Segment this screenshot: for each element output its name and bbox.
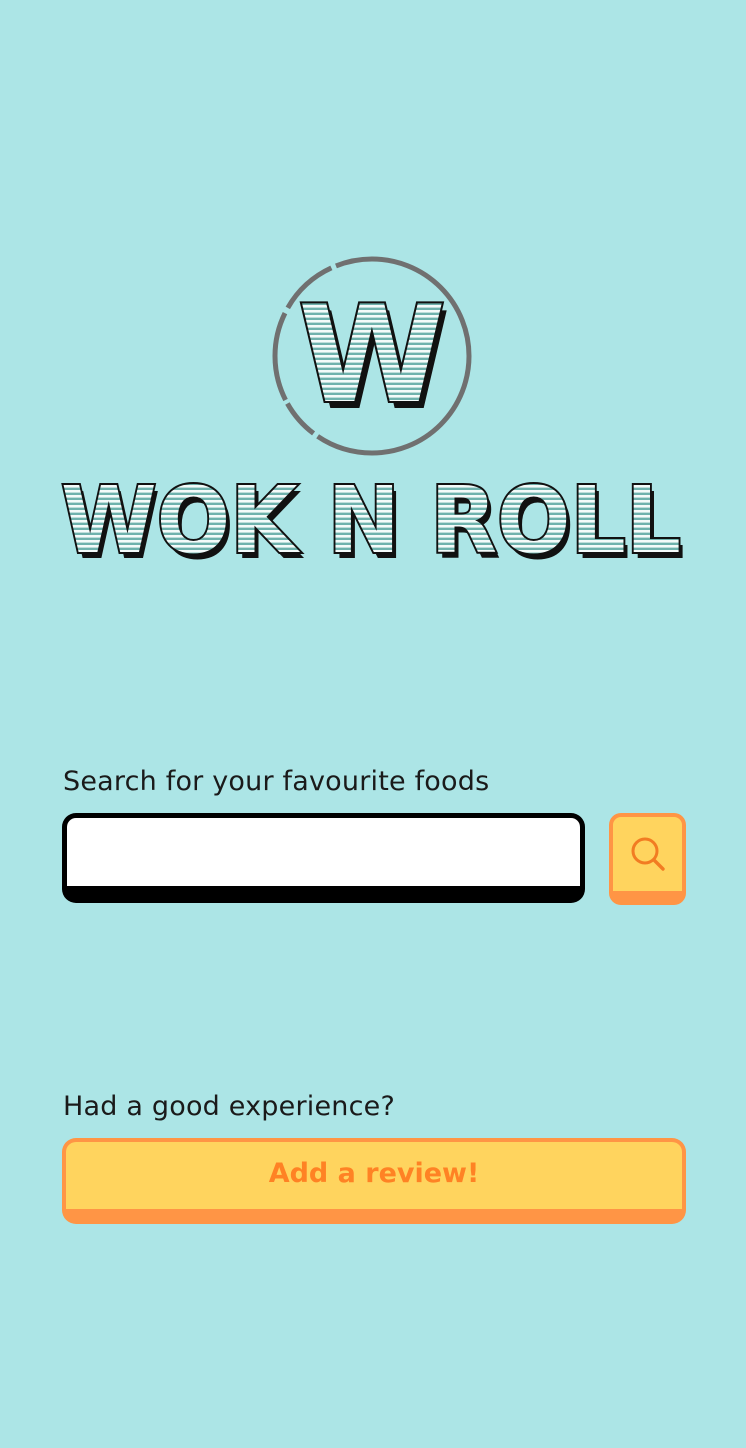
add-review-button[interactable]: Add a review!: [62, 1138, 686, 1224]
search-icon: [629, 835, 667, 873]
search-input[interactable]: [62, 813, 585, 903]
logo-letter: W: [298, 277, 446, 433]
review-prompt: Had a good experience?: [63, 1091, 395, 1122]
logo-wordmark: WOK N ROLL: [61, 467, 681, 574]
search-button[interactable]: [609, 813, 686, 905]
brand-logo: W W WOK N ROLL WOK N ROLL: [60, 255, 690, 575]
search-label: Search for your favourite foods: [63, 766, 490, 797]
